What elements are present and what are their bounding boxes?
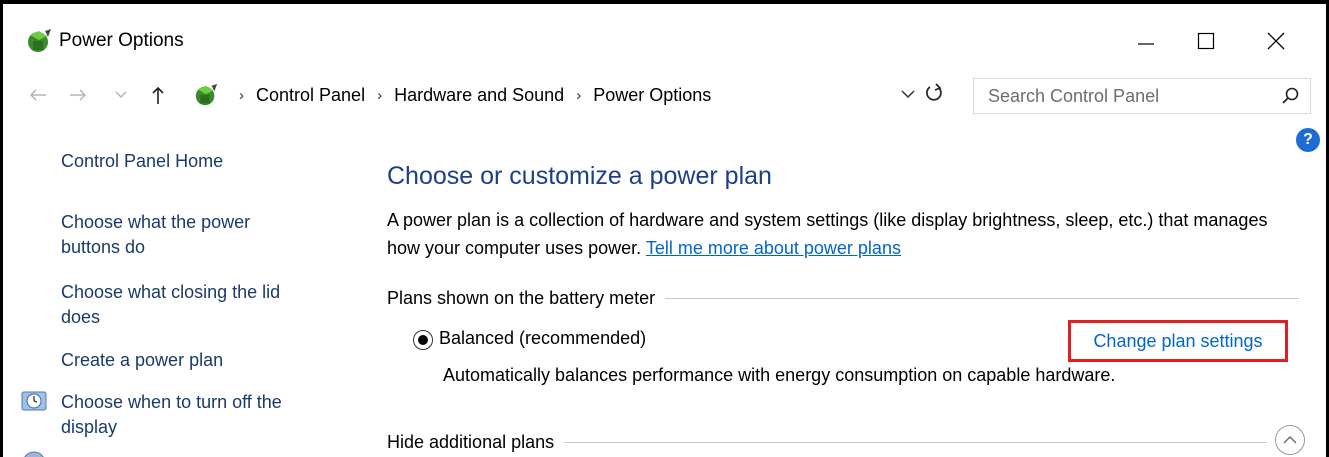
refresh-button[interactable] xyxy=(925,82,943,108)
forward-button[interactable] xyxy=(65,80,91,110)
forward-arrow-icon xyxy=(70,89,87,101)
maximize-button[interactable] xyxy=(1176,18,1236,64)
breadcrumb-separator-icon[interactable]: › xyxy=(377,87,382,104)
recent-locations-button[interactable] xyxy=(113,80,129,110)
window-title: Power Options xyxy=(59,30,184,51)
maximize-icon xyxy=(1197,32,1215,50)
collapse-plans-button[interactable] xyxy=(1275,425,1305,455)
balanced-plan-description: Automatically balances performance with … xyxy=(443,365,1116,385)
sidebar-item-turn-off-display[interactable]: Choose when to turn off the display xyxy=(61,390,321,440)
close-button[interactable] xyxy=(1246,18,1306,64)
breadcrumb-hardware-and-sound[interactable]: Hardware and Sound xyxy=(394,85,564,106)
address-dropdown-button[interactable] xyxy=(901,86,915,104)
address-bar[interactable]: › Control Panel › Hardware and Sound › P… xyxy=(193,78,961,112)
highlight-box: Change plan settings xyxy=(1068,320,1288,362)
page-title: Choose or customize a power plan xyxy=(387,162,772,190)
refresh-icon xyxy=(926,83,942,101)
breadcrumb-separator-icon[interactable]: › xyxy=(576,87,581,104)
radio-selected-dot xyxy=(418,335,428,345)
up-arrow-icon xyxy=(152,86,164,104)
chevron-down-icon xyxy=(901,90,915,99)
close-icon xyxy=(1267,32,1285,50)
power-options-icon xyxy=(195,83,218,106)
sleep-icon xyxy=(24,451,44,457)
battery-plans-group-title: Plans shown on the battery meter xyxy=(387,287,656,308)
breadcrumb-power-options[interactable]: Power Options xyxy=(593,85,711,106)
clock-icon xyxy=(21,391,47,411)
back-arrow-icon xyxy=(29,89,46,101)
minimize-icon xyxy=(1138,43,1154,45)
group-divider xyxy=(564,441,1267,443)
learn-more-link[interactable]: Tell me more about power plans xyxy=(646,238,901,258)
balanced-plan-label[interactable]: Balanced (recommended) xyxy=(439,328,646,349)
battery-plans-group: Plans shown on the battery meter xyxy=(387,286,1299,310)
breadcrumb-separator-icon[interactable]: › xyxy=(239,87,244,104)
power-options-icon xyxy=(28,29,51,52)
help-icon[interactable]: ? xyxy=(1296,128,1320,152)
chevron-up-icon xyxy=(1283,436,1297,444)
search-icon[interactable] xyxy=(1282,87,1300,105)
minimize-button[interactable] xyxy=(1116,18,1176,64)
sidebar-item-power-buttons[interactable]: Choose what the power buttons do xyxy=(61,210,301,260)
back-button[interactable] xyxy=(25,80,51,110)
additional-plans-group-title[interactable]: Hide additional plans xyxy=(387,432,564,453)
sidebar-item-closing-lid[interactable]: Choose what closing the lid does xyxy=(61,280,321,330)
change-plan-settings-link[interactable]: Change plan settings xyxy=(1093,331,1262,352)
search-box xyxy=(973,78,1311,114)
chevron-down-icon xyxy=(115,91,127,99)
page-description: A power plan is a collection of hardware… xyxy=(387,206,1302,262)
navigation-bar: › Control Panel › Hardware and Sound › P… xyxy=(3,72,1326,118)
balanced-plan-radio[interactable] xyxy=(413,330,433,350)
breadcrumb-control-panel[interactable]: Control Panel xyxy=(256,85,365,106)
group-divider xyxy=(665,297,1299,299)
sidebar-item-control-panel-home[interactable]: Control Panel Home xyxy=(61,149,223,174)
search-input[interactable] xyxy=(974,85,1264,107)
up-button[interactable] xyxy=(147,80,169,110)
sidebar-item-create-plan[interactable]: Create a power plan xyxy=(61,348,223,373)
power-options-window: Power Options › Control Panel › Hardware… xyxy=(0,0,1329,457)
additional-plans-group: Hide additional plans xyxy=(387,430,1267,454)
title-bar: Power Options xyxy=(3,4,1326,70)
